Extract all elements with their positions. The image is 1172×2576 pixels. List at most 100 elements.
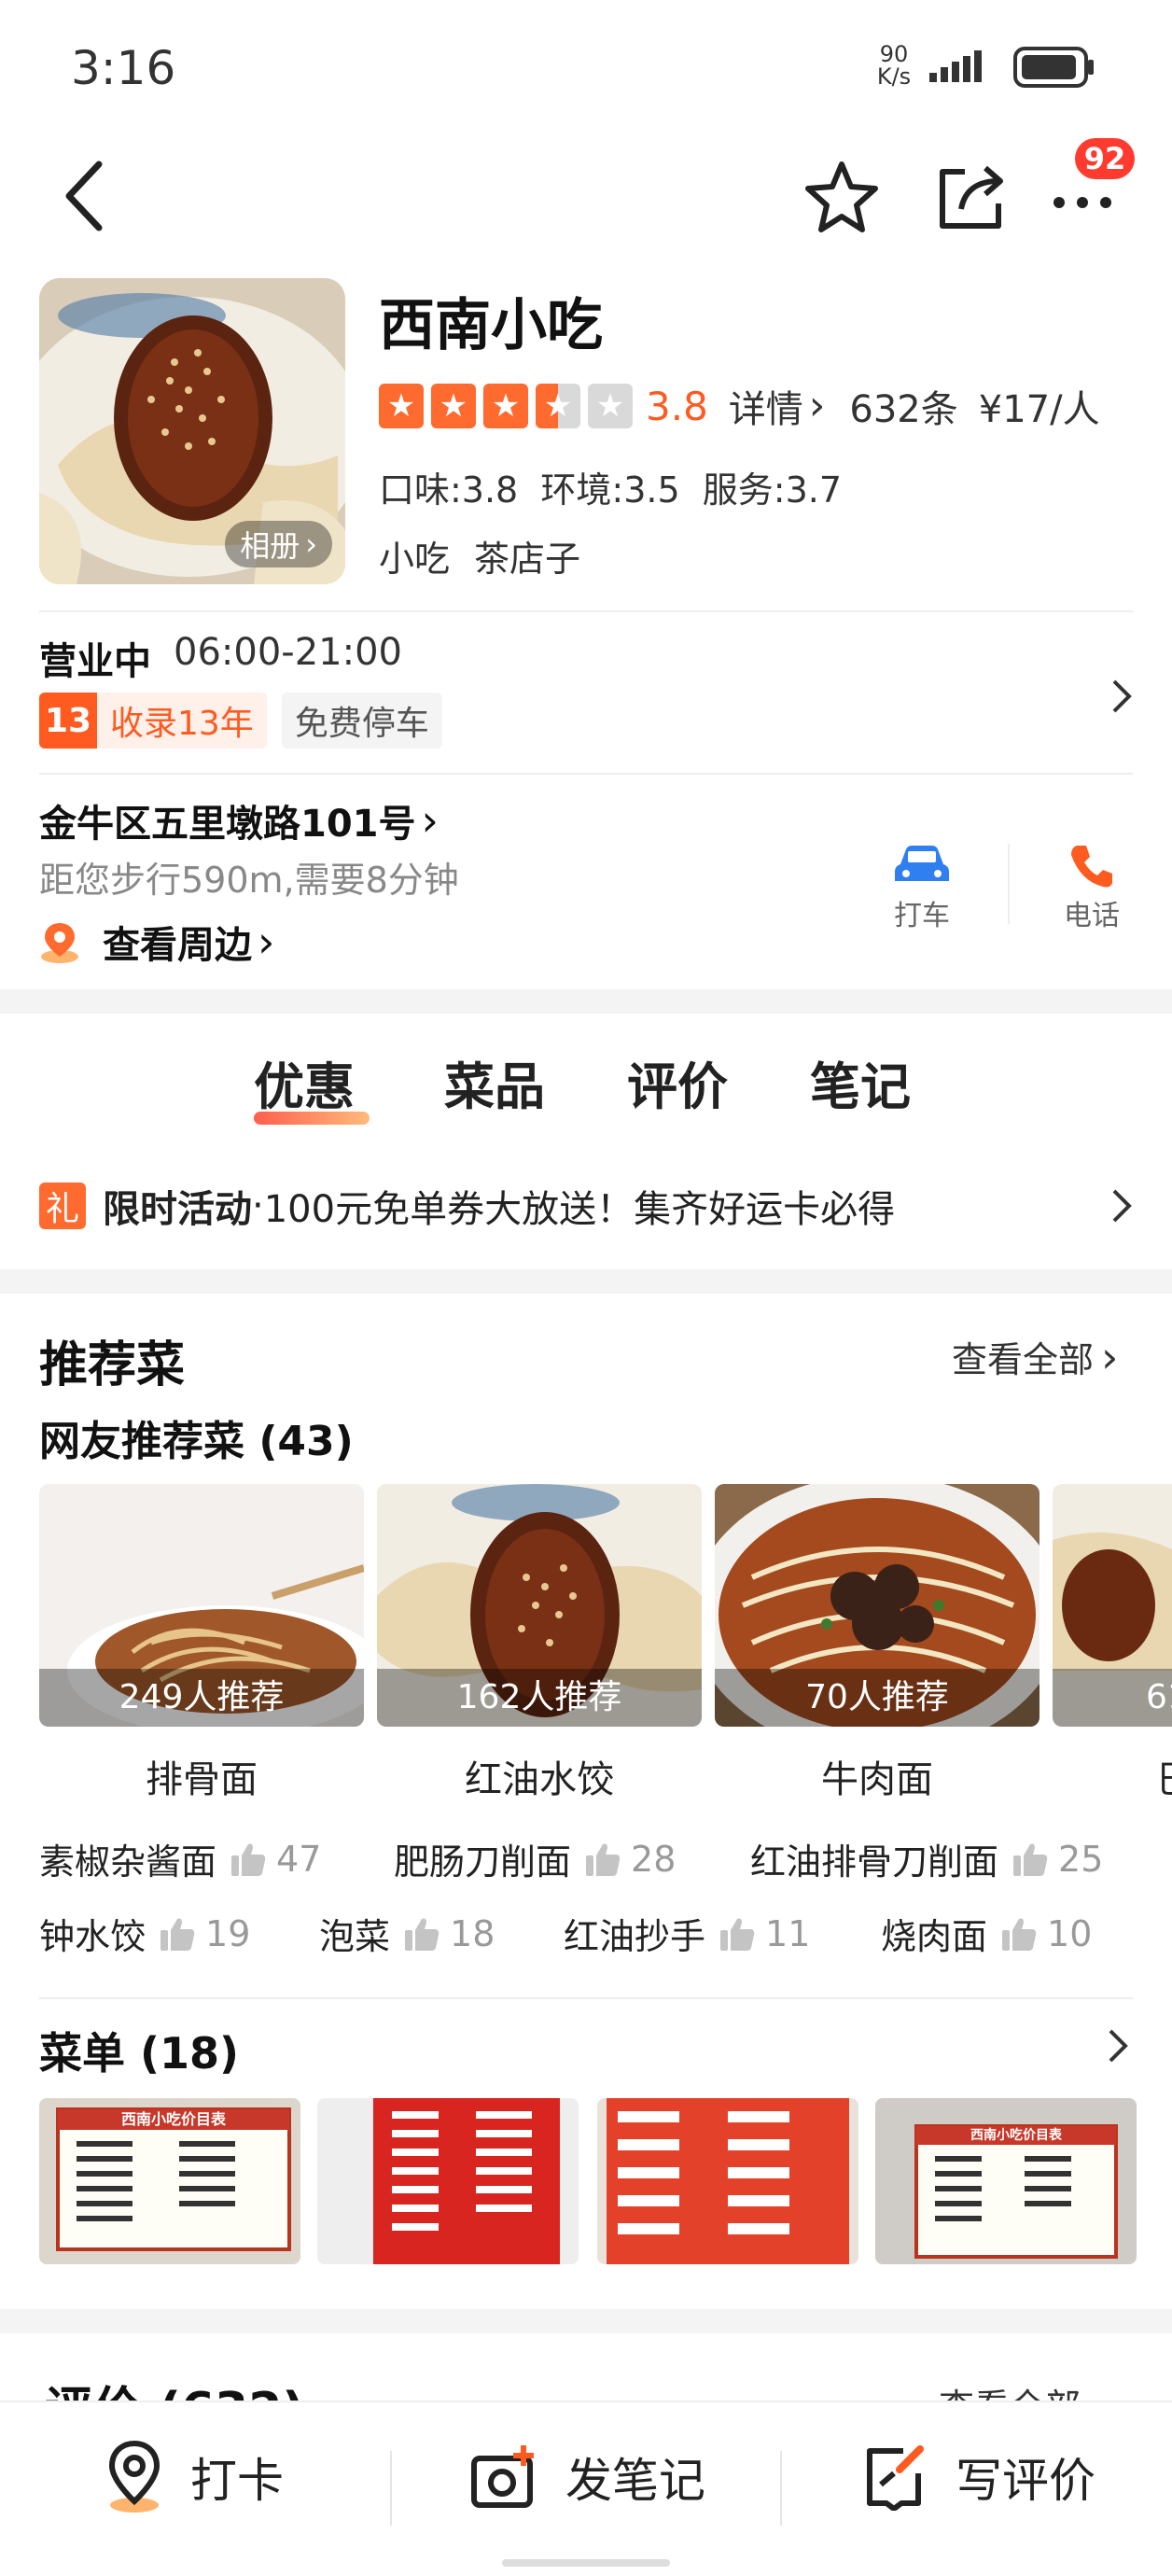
chevron-right-icon: › [421, 795, 439, 846]
dish-name: 牛肉面 [821, 1758, 933, 1801]
car-icon [893, 842, 951, 887]
recommend-title: 推荐菜 [39, 1337, 186, 1393]
section-separator [0, 2309, 1172, 2333]
thumbs-up-icon [1013, 1843, 1048, 1876]
dish-name: 巴 [1053, 1749, 1172, 1803]
menu-photo[interactable] [597, 2098, 858, 2264]
checkin-button[interactable]: 打卡 [105, 2440, 284, 2514]
recommend-tag[interactable]: 肥肠刀削面 28 [394, 1833, 676, 1884]
notification-badge: 92 [1075, 138, 1135, 179]
rating-row: ★ ★ ★ ★ ★ 3.8 详情 › 632条 ¥17/人 [379, 373, 1100, 439]
rating-star-icon: ★ [379, 384, 424, 428]
view-all-dishes-link[interactable]: 查看全部 › [952, 1331, 1118, 1382]
netizen-recommend-subtitle: 网友推荐菜 (43) [39, 1418, 354, 1465]
review-count: 632条 [849, 388, 958, 431]
network-speed: 90 K/s [876, 41, 912, 90]
tab-dishes[interactable]: 菜品 [444, 1045, 545, 1119]
camera-plus-icon [470, 2443, 541, 2511]
recommend-tag[interactable]: 素椒杂酱面 47 [39, 1833, 321, 1884]
recommend-tag[interactable]: 红油抄手 11 [564, 1908, 810, 1959]
dish-recommend-count: 61 [1053, 1669, 1172, 1727]
divider [39, 1997, 1133, 1999]
write-review-button[interactable]: 写评价 [862, 2440, 1095, 2514]
tab-bar: 优惠 菜品 评价 笔记 [0, 1045, 1172, 1139]
recommend-tag[interactable]: 红油排骨刀削面 25 [750, 1833, 1103, 1884]
taxi-button[interactable]: 打车 [885, 842, 959, 933]
price-per-person: ¥17/人 [978, 388, 1100, 431]
bottom-action-bar: 打卡 发笔记 写评价 [0, 2401, 1172, 2576]
menu-photo[interactable]: 西南小吃价目表 [39, 2098, 300, 2264]
dish-name: 排骨面 [146, 1758, 258, 1801]
hours-row[interactable]: 营业中 06:00-21:00 13 收录13年 免费停车 [39, 625, 1133, 765]
sub-scores: 口味:3.8 环境:3.5 服务:3.7 [379, 469, 843, 511]
divider [1008, 844, 1010, 924]
chevron-right-icon [1110, 678, 1133, 715]
more-button[interactable] [1049, 172, 1116, 228]
status-bar: 3:16 90 K/s [0, 0, 1172, 131]
back-icon[interactable] [62, 159, 108, 233]
nav-bar: 92 [0, 131, 1172, 261]
rating-star-empty-icon: ★ [588, 384, 633, 428]
chevron-right-icon[interactable] [1107, 2027, 1129, 2065]
menu-photo[interactable]: 西南小吃价目表 [875, 2098, 1137, 2264]
dish-card[interactable]: 61 [1053, 1484, 1172, 1727]
thumbs-up-icon [586, 1843, 621, 1876]
location-pin-icon [39, 919, 80, 964]
status-time: 3:16 [71, 41, 176, 95]
thumbs-up-icon [720, 1918, 755, 1951]
phone-button[interactable]: 电话 [1054, 842, 1129, 933]
dish-card[interactable]: 249人推荐 [39, 1484, 364, 1727]
post-note-button[interactable]: 发笔记 [470, 2440, 705, 2514]
recommend-tag[interactable]: 钟水饺 19 [39, 1908, 250, 1959]
menu-photo-title: 西南小吃价目表 [970, 2128, 1062, 2143]
category-tag[interactable]: 茶店子 [474, 530, 580, 581]
dish-name: 红油水饺 [465, 1758, 614, 1801]
edit-review-icon [862, 2443, 929, 2511]
open-status: 营业中 [39, 640, 151, 683]
battery-icon [1013, 47, 1095, 88]
divider [390, 2451, 392, 2526]
favorite-star-icon[interactable] [804, 159, 879, 233]
dish-card[interactable]: 70人推荐 [715, 1484, 1039, 1727]
album-button[interactable]: 相册 › [225, 521, 332, 567]
share-icon[interactable] [933, 159, 1008, 233]
thumbs-up-icon [405, 1918, 440, 1951]
dish-recommend-count: 70人推荐 [715, 1669, 1039, 1727]
tab-offers[interactable]: 优惠 [254, 1045, 370, 1125]
tab-notes[interactable]: 笔记 [810, 1045, 911, 1119]
gift-icon: 礼 [39, 1183, 86, 1229]
divider [780, 2451, 782, 2526]
years-badge-icon: 13 [39, 693, 97, 749]
shop-name: 西南小吃 [379, 293, 603, 358]
dish-card[interactable]: 162人推荐 [377, 1484, 702, 1727]
tab-reviews[interactable]: 评价 [627, 1045, 728, 1119]
menu-title: 菜单 (18) [39, 2028, 240, 2079]
open-hours: 06:00-21:00 [174, 631, 402, 674]
recommend-tag[interactable]: 烧肉面 10 [881, 1908, 1092, 1959]
detail-link[interactable]: 详情 › [729, 379, 826, 433]
nearby-link[interactable]: 查看周边 › [39, 915, 274, 969]
category-tags: 小吃 茶店子 [379, 530, 580, 581]
menu-photo[interactable] [317, 2098, 579, 2264]
category-tag[interactable]: 小吃 [379, 530, 450, 581]
menu-photo-title: 西南小吃价目表 [120, 2110, 226, 2128]
dish-recommend-count: 249人推荐 [39, 1669, 364, 1727]
divider [39, 610, 1133, 612]
phone-icon [1067, 842, 1116, 890]
chevron-right-icon [1110, 1187, 1133, 1225]
recommend-tag[interactable]: 泡菜 18 [319, 1908, 495, 1959]
walking-distance: 距您步行590m,需要8分钟 [39, 860, 459, 901]
more-dots-icon [1053, 196, 1112, 209]
shop-cover-image[interactable]: 相册 › [39, 278, 345, 584]
dish-recommend-count: 162人推荐 [377, 1669, 702, 1727]
chevron-right-icon: › [808, 382, 826, 429]
rating-score: 3.8 [646, 383, 708, 429]
address-link[interactable]: 金牛区五里墩路101号 › [39, 793, 439, 847]
years-tag: 13 收录13年 [39, 693, 267, 749]
signal-icon [929, 49, 997, 86]
thumbs-up-icon [160, 1918, 195, 1951]
home-indicator [502, 2559, 670, 2567]
thumbs-up-icon [1002, 1918, 1037, 1951]
promo-banner[interactable]: 礼 限时活动 · 100元免单券大放送！集齐好运卡必得 [39, 1176, 1133, 1236]
chevron-right-icon: › [1101, 1331, 1119, 1382]
